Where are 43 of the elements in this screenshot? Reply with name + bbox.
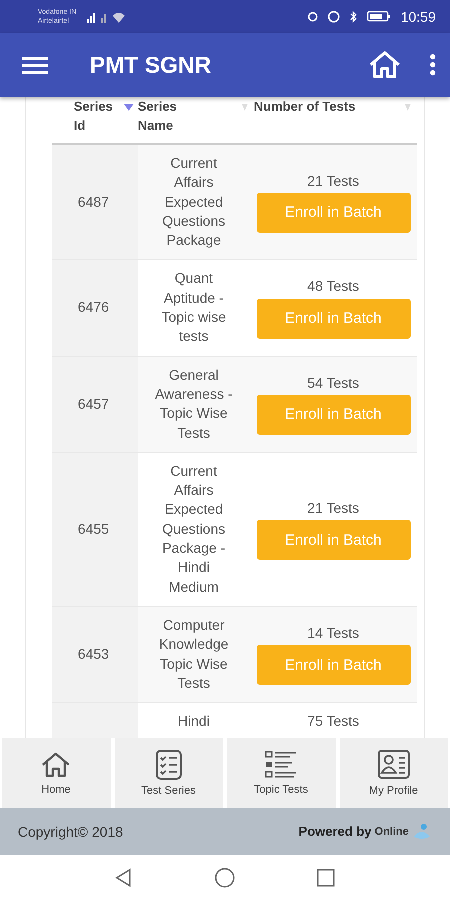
bluetooth-icon xyxy=(350,10,357,22)
table-cell: 6455 xyxy=(52,452,138,606)
column-header[interactable]: Series Name xyxy=(138,97,184,135)
nav-tab[interactable]: Topic Tests xyxy=(227,738,336,808)
column-header[interactable]: Series Id xyxy=(74,97,120,135)
table-cell: 6476 xyxy=(52,260,138,356)
home-icon[interactable] xyxy=(368,50,402,80)
table-cell-text: 48 Tests xyxy=(308,277,360,296)
more-icon[interactable] xyxy=(430,54,436,76)
table-cell-text: Hindi xyxy=(177,712,211,732)
column-header[interactable]: Number of Tests xyxy=(254,97,356,116)
table-cell-text: Computer Knowledge Topic Wise Tests xyxy=(158,616,230,693)
status-time: 10:59 xyxy=(400,8,436,24)
checklist-icon xyxy=(154,749,183,781)
table-cell-text: 21 Tests xyxy=(308,498,360,518)
app-title: PMT SGNR xyxy=(90,52,212,78)
table-cell: 75 Tests xyxy=(308,712,360,732)
copyright-text: Copyright© 2018 xyxy=(18,824,124,840)
table-cell-text: 14 Tests xyxy=(308,624,360,643)
table-cell: 21 Tests xyxy=(308,172,360,191)
table-cell: 6487 xyxy=(52,145,138,260)
table-cell-text: General Awareness - Topic Wise Tests xyxy=(154,366,234,443)
back-icon[interactable] xyxy=(114,868,134,888)
home-circle-icon[interactable] xyxy=(214,866,236,888)
nav-tab[interactable]: My Profile xyxy=(340,738,448,808)
powered-by-text: Powered by xyxy=(298,824,372,839)
table-cell-text: Current Affairs Expected Questions Package xyxy=(161,154,227,250)
logo-icon xyxy=(412,822,432,840)
brand-name: Online xyxy=(374,826,409,838)
nav-tab[interactable]: Test Series xyxy=(114,738,223,808)
sort-icon[interactable] xyxy=(124,103,134,111)
checklist-icon xyxy=(264,750,298,780)
table-cell-text: Current Affairs Expected Questions Package - Hindi Medium xyxy=(161,462,227,597)
battery-icon xyxy=(366,11,391,22)
table-cell: 6457 xyxy=(52,356,138,452)
table-cell: 54 Tests xyxy=(308,374,360,393)
profile-card-icon xyxy=(376,749,411,781)
table-cell-text: Quant Aptitude - Topic wise tests xyxy=(160,269,228,346)
home-icon xyxy=(40,750,72,780)
table-cell: 6453 xyxy=(52,606,138,702)
menu-icon[interactable] xyxy=(22,55,48,75)
recents-icon[interactable] xyxy=(316,868,336,888)
nav-tab[interactable]: Home xyxy=(2,738,110,808)
